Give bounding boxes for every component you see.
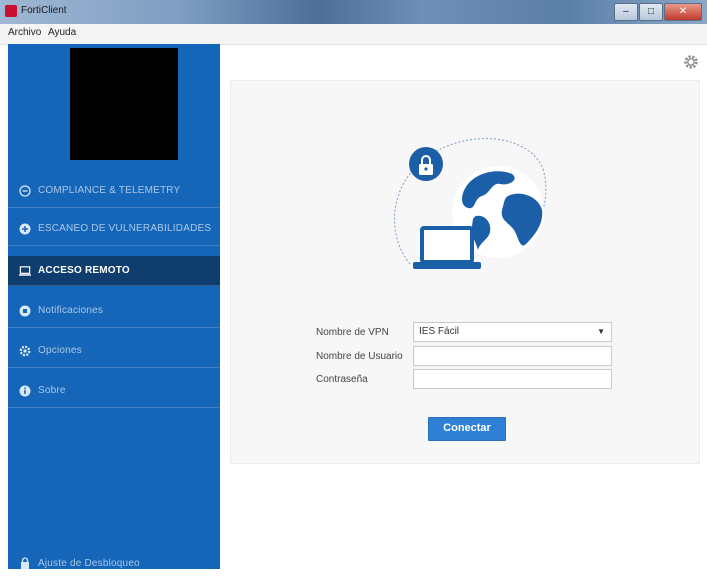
lock-icon: [19, 557, 31, 569]
close-button[interactable]: ✕: [664, 3, 702, 21]
vpn-name-label: Nombre de VPN: [316, 327, 389, 338]
sidebar-item-notifications[interactable]: Notificaciones: [8, 294, 220, 328]
sidebar-item-remote-access[interactable]: ACCESO REMOTO: [8, 256, 220, 286]
window-title: FortiClient: [21, 5, 67, 16]
window-controls: – □ ✕: [614, 3, 702, 21]
sidebar-item-about[interactable]: Sobre: [8, 374, 220, 408]
password-field[interactable]: [413, 369, 612, 389]
menu-archivo[interactable]: Archivo: [8, 27, 41, 38]
settings-gear-icon[interactable]: [682, 53, 700, 71]
forticlient-app-icon: [5, 5, 17, 17]
sidebar-item-label: Notificaciones: [38, 305, 104, 316]
menu-ayuda[interactable]: Ayuda: [48, 27, 76, 38]
username-field[interactable]: [413, 346, 612, 366]
vpn-name-value: IES Fácil: [419, 326, 460, 337]
sidebar: COMPLIANCE & TELEMETRY ESCANEO DE VULNER…: [8, 44, 220, 569]
title-bar: FortiClient – □ ✕: [0, 0, 707, 24]
sidebar-item-options[interactable]: Opciones: [8, 334, 220, 368]
info-icon: [19, 385, 31, 397]
sidebar-item-label: Sobre: [38, 385, 66, 396]
sidebar-item-label: ESCANEO DE VULNERABILIDADES: [38, 223, 212, 234]
sidebar-item-label: COMPLIANCE & TELEMETRY: [38, 185, 181, 196]
compliance-icon: [19, 184, 31, 197]
maximize-button[interactable]: □: [639, 3, 663, 21]
vpn-globe-illustration: [393, 138, 547, 269]
notifications-icon: [19, 305, 31, 317]
remote-access-icon: [19, 265, 31, 277]
vpn-name-select[interactable]: IES Fácil ▼: [413, 322, 612, 342]
unlock-settings-button[interactable]: Ajuste de Desbloqueo: [8, 546, 220, 580]
vulnerability-scan-icon: [19, 223, 31, 235]
sidebar-item-vulnerability-scan[interactable]: ESCANEO DE VULNERABILIDADES: [8, 212, 220, 246]
sidebar-item-label: ACCESO REMOTO: [38, 265, 130, 276]
username-label: Nombre de Usuario: [316, 351, 403, 362]
unlock-settings-label: Ajuste de Desbloqueo: [38, 557, 140, 569]
menu-bar: Archivo Ayuda: [0, 24, 707, 45]
connect-button[interactable]: Conectar: [428, 417, 506, 441]
options-gear-icon: [19, 345, 31, 357]
sidebar-item-compliance[interactable]: COMPLIANCE & TELEMETRY: [8, 174, 220, 208]
dropdown-caret-icon: ▼: [597, 327, 605, 336]
avatar: [70, 48, 178, 160]
sidebar-item-label: Opciones: [38, 345, 82, 356]
minimize-button[interactable]: –: [614, 3, 638, 21]
password-label: Contraseña: [316, 374, 368, 385]
